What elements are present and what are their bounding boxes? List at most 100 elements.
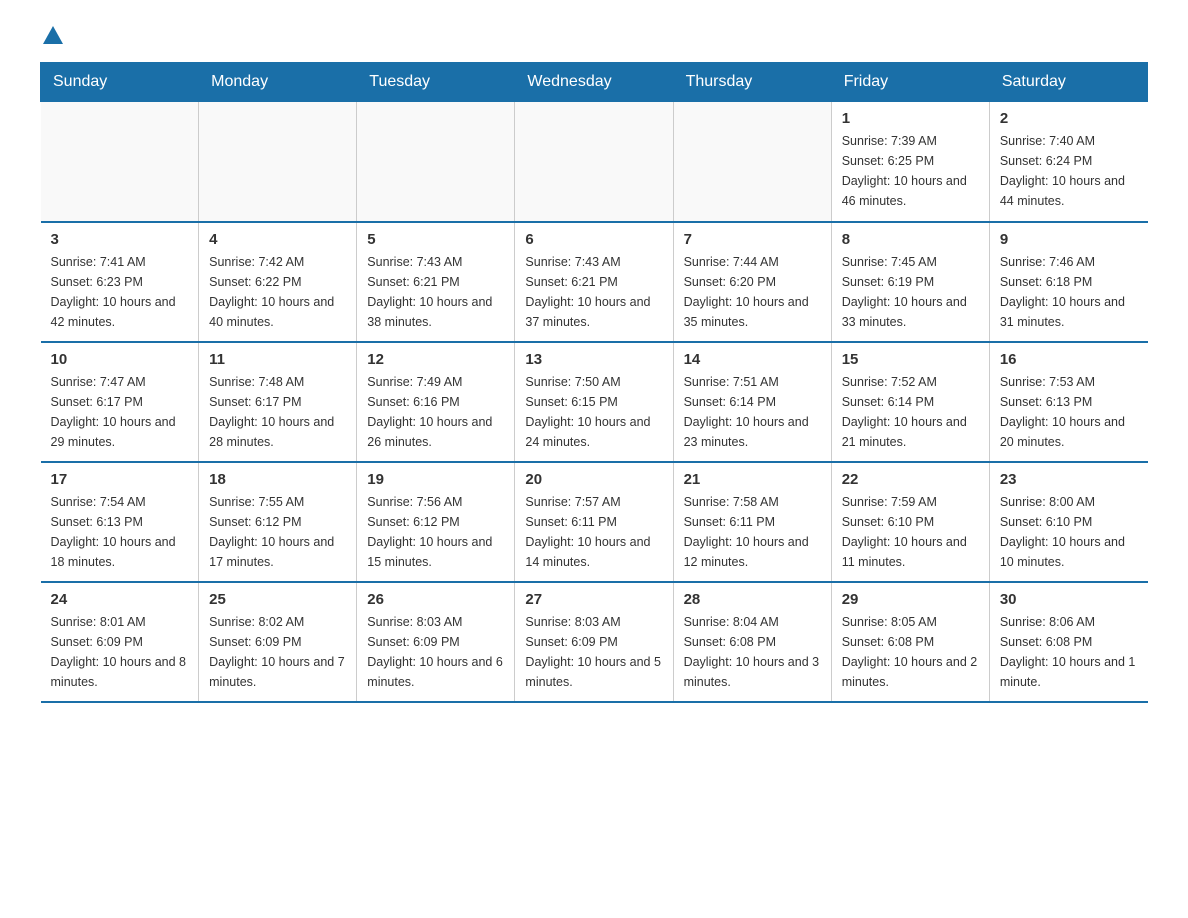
day-number: 20	[525, 471, 662, 488]
day-number: 19	[367, 471, 504, 488]
calendar-day-cell	[41, 102, 199, 222]
calendar-day-cell	[673, 102, 831, 222]
calendar-day-cell: 16 Sunrise: 7:53 AMSunset: 6:13 PMDayligh…	[989, 342, 1147, 462]
day-info: Sunrise: 7:48 AMSunset: 6:17 PMDaylight:…	[209, 372, 346, 452]
day-info: Sunrise: 7:45 AMSunset: 6:19 PMDaylight:…	[842, 252, 979, 332]
day-number: 13	[525, 351, 662, 368]
calendar-table: SundayMondayTuesdayWednesdayThursdayFrid…	[40, 62, 1148, 703]
day-info: Sunrise: 8:03 AMSunset: 6:09 PMDaylight:…	[525, 612, 662, 692]
calendar-week-row: 3 Sunrise: 7:41 AMSunset: 6:23 PMDaylight…	[41, 222, 1148, 342]
day-number: 30	[1000, 591, 1138, 608]
calendar-body: 1Sunrise: 7:39 AMSunset: 6:25 PMDaylight…	[41, 102, 1148, 702]
day-number: 5	[367, 231, 504, 248]
calendar-day-cell	[515, 102, 673, 222]
day-info: Sunrise: 7:47 AMSunset: 6:17 PMDaylight:…	[51, 372, 189, 452]
calendar-day-cell: 20 Sunrise: 7:57 AMSunset: 6:11 PMDayligh…	[515, 462, 673, 582]
calendar-day-cell: 10Sunrise: 7:47 AMSunset: 6:17 PMDayligh…	[41, 342, 199, 462]
calendar-day-cell: 29Sunrise: 8:05 AMSunset: 6:08 PMDayligh…	[831, 582, 989, 702]
calendar-day-cell: 13 Sunrise: 7:50 AMSunset: 6:15 PMDayligh…	[515, 342, 673, 462]
day-info: Sunrise: 8:01 AMSunset: 6:09 PMDaylight:…	[51, 612, 189, 692]
day-number: 9	[1000, 231, 1138, 248]
day-info: Sunrise: 7:54 AMSunset: 6:13 PMDaylight:…	[51, 492, 189, 572]
calendar-header: SundayMondayTuesdayWednesdayThursdayFrid…	[41, 63, 1148, 102]
day-number: 24	[51, 591, 189, 608]
day-info: Sunrise: 7:58 AMSunset: 6:11 PMDaylight:…	[684, 492, 821, 572]
day-info: Sunrise: 8:04 AMSunset: 6:08 PMDaylight:…	[684, 612, 821, 692]
day-info: Sunrise: 7:56 AMSunset: 6:12 PMDaylight:…	[367, 492, 504, 572]
day-of-week-header: Tuesday	[357, 63, 515, 102]
calendar-day-cell: 3 Sunrise: 7:41 AMSunset: 6:23 PMDaylight…	[41, 222, 199, 342]
day-number: 2	[1000, 110, 1138, 127]
day-info: Sunrise: 7:50 AMSunset: 6:15 PMDaylight:…	[525, 372, 662, 452]
calendar-day-cell: 15 Sunrise: 7:52 AMSunset: 6:14 PMDayligh…	[831, 342, 989, 462]
day-info: Sunrise: 7:51 AMSunset: 6:14 PMDaylight:…	[684, 372, 821, 452]
day-info: Sunrise: 8:06 AMSunset: 6:08 PMDaylight:…	[1000, 612, 1138, 692]
calendar-day-cell: 21 Sunrise: 7:58 AMSunset: 6:11 PMDayligh…	[673, 462, 831, 582]
calendar-day-cell: 2 Sunrise: 7:40 AMSunset: 6:24 PMDaylight…	[989, 102, 1147, 222]
day-of-week-header: Wednesday	[515, 63, 673, 102]
day-number: 23	[1000, 471, 1138, 488]
day-info: Sunrise: 8:02 AMSunset: 6:09 PMDaylight:…	[209, 612, 346, 692]
day-number: 15	[842, 351, 979, 368]
day-info: Sunrise: 7:44 AMSunset: 6:20 PMDaylight:…	[684, 252, 821, 332]
calendar-day-cell: 5 Sunrise: 7:43 AMSunset: 6:21 PMDaylight…	[357, 222, 515, 342]
day-number: 7	[684, 231, 821, 248]
calendar-day-cell: 9 Sunrise: 7:46 AMSunset: 6:18 PMDaylight…	[989, 222, 1147, 342]
logo	[40, 30, 63, 42]
calendar-week-row: 24 Sunrise: 8:01 AMSunset: 6:09 PMDayligh…	[41, 582, 1148, 702]
calendar-day-cell: 23 Sunrise: 8:00 AMSunset: 6:10 PMDayligh…	[989, 462, 1147, 582]
day-number: 21	[684, 471, 821, 488]
day-number: 12	[367, 351, 504, 368]
day-info: Sunrise: 7:57 AMSunset: 6:11 PMDaylight:…	[525, 492, 662, 572]
day-info: Sunrise: 7:46 AMSunset: 6:18 PMDaylight:…	[1000, 252, 1138, 332]
calendar-day-cell: 28Sunrise: 8:04 AMSunset: 6:08 PMDayligh…	[673, 582, 831, 702]
calendar-week-row: 10Sunrise: 7:47 AMSunset: 6:17 PMDayligh…	[41, 342, 1148, 462]
calendar-day-cell: 26Sunrise: 8:03 AMSunset: 6:09 PMDayligh…	[357, 582, 515, 702]
day-info: Sunrise: 8:00 AMSunset: 6:10 PMDaylight:…	[1000, 492, 1138, 572]
calendar-day-cell: 30 Sunrise: 8:06 AMSunset: 6:08 PMDayligh…	[989, 582, 1147, 702]
calendar-day-cell: 1Sunrise: 7:39 AMSunset: 6:25 PMDaylight…	[831, 102, 989, 222]
calendar-day-cell: 17Sunrise: 7:54 AMSunset: 6:13 PMDayligh…	[41, 462, 199, 582]
day-info: Sunrise: 7:55 AMSunset: 6:12 PMDaylight:…	[209, 492, 346, 572]
page-header	[40, 30, 1148, 42]
day-info: Sunrise: 7:53 AMSunset: 6:13 PMDaylight:…	[1000, 372, 1138, 452]
day-number: 22	[842, 471, 979, 488]
day-info: Sunrise: 7:40 AMSunset: 6:24 PMDaylight:…	[1000, 131, 1138, 211]
day-number: 16	[1000, 351, 1138, 368]
day-number: 14	[684, 351, 821, 368]
day-of-week-header: Monday	[199, 63, 357, 102]
calendar-week-row: 17Sunrise: 7:54 AMSunset: 6:13 PMDayligh…	[41, 462, 1148, 582]
logo-triangle-icon	[43, 26, 63, 44]
day-header-row: SundayMondayTuesdayWednesdayThursdayFrid…	[41, 63, 1148, 102]
logo-general	[40, 30, 63, 44]
day-number: 25	[209, 591, 346, 608]
calendar-day-cell: 27 Sunrise: 8:03 AMSunset: 6:09 PMDayligh…	[515, 582, 673, 702]
day-of-week-header: Thursday	[673, 63, 831, 102]
day-info: Sunrise: 7:43 AMSunset: 6:21 PMDaylight:…	[525, 252, 662, 332]
calendar-day-cell: 8 Sunrise: 7:45 AMSunset: 6:19 PMDaylight…	[831, 222, 989, 342]
calendar-day-cell: 12 Sunrise: 7:49 AMSunset: 6:16 PMDayligh…	[357, 342, 515, 462]
day-number: 11	[209, 351, 346, 368]
day-number: 18	[209, 471, 346, 488]
day-number: 3	[51, 231, 189, 248]
day-info: Sunrise: 8:05 AMSunset: 6:08 PMDaylight:…	[842, 612, 979, 692]
day-info: Sunrise: 7:41 AMSunset: 6:23 PMDaylight:…	[51, 252, 189, 332]
calendar-day-cell: 7 Sunrise: 7:44 AMSunset: 6:20 PMDaylight…	[673, 222, 831, 342]
day-number: 6	[525, 231, 662, 248]
day-info: Sunrise: 7:49 AMSunset: 6:16 PMDaylight:…	[367, 372, 504, 452]
day-of-week-header: Saturday	[989, 63, 1147, 102]
calendar-day-cell	[199, 102, 357, 222]
day-info: Sunrise: 7:42 AMSunset: 6:22 PMDaylight:…	[209, 252, 346, 332]
day-number: 4	[209, 231, 346, 248]
calendar-day-cell: 24 Sunrise: 8:01 AMSunset: 6:09 PMDayligh…	[41, 582, 199, 702]
calendar-day-cell: 25 Sunrise: 8:02 AMSunset: 6:09 PMDayligh…	[199, 582, 357, 702]
day-number: 1	[842, 110, 979, 127]
calendar-day-cell: 19 Sunrise: 7:56 AMSunset: 6:12 PMDayligh…	[357, 462, 515, 582]
day-number: 27	[525, 591, 662, 608]
calendar-day-cell: 18 Sunrise: 7:55 AMSunset: 6:12 PMDayligh…	[199, 462, 357, 582]
day-info: Sunrise: 7:59 AMSunset: 6:10 PMDaylight:…	[842, 492, 979, 572]
day-of-week-header: Sunday	[41, 63, 199, 102]
day-info: Sunrise: 7:52 AMSunset: 6:14 PMDaylight:…	[842, 372, 979, 452]
day-info: Sunrise: 7:43 AMSunset: 6:21 PMDaylight:…	[367, 252, 504, 332]
day-number: 8	[842, 231, 979, 248]
